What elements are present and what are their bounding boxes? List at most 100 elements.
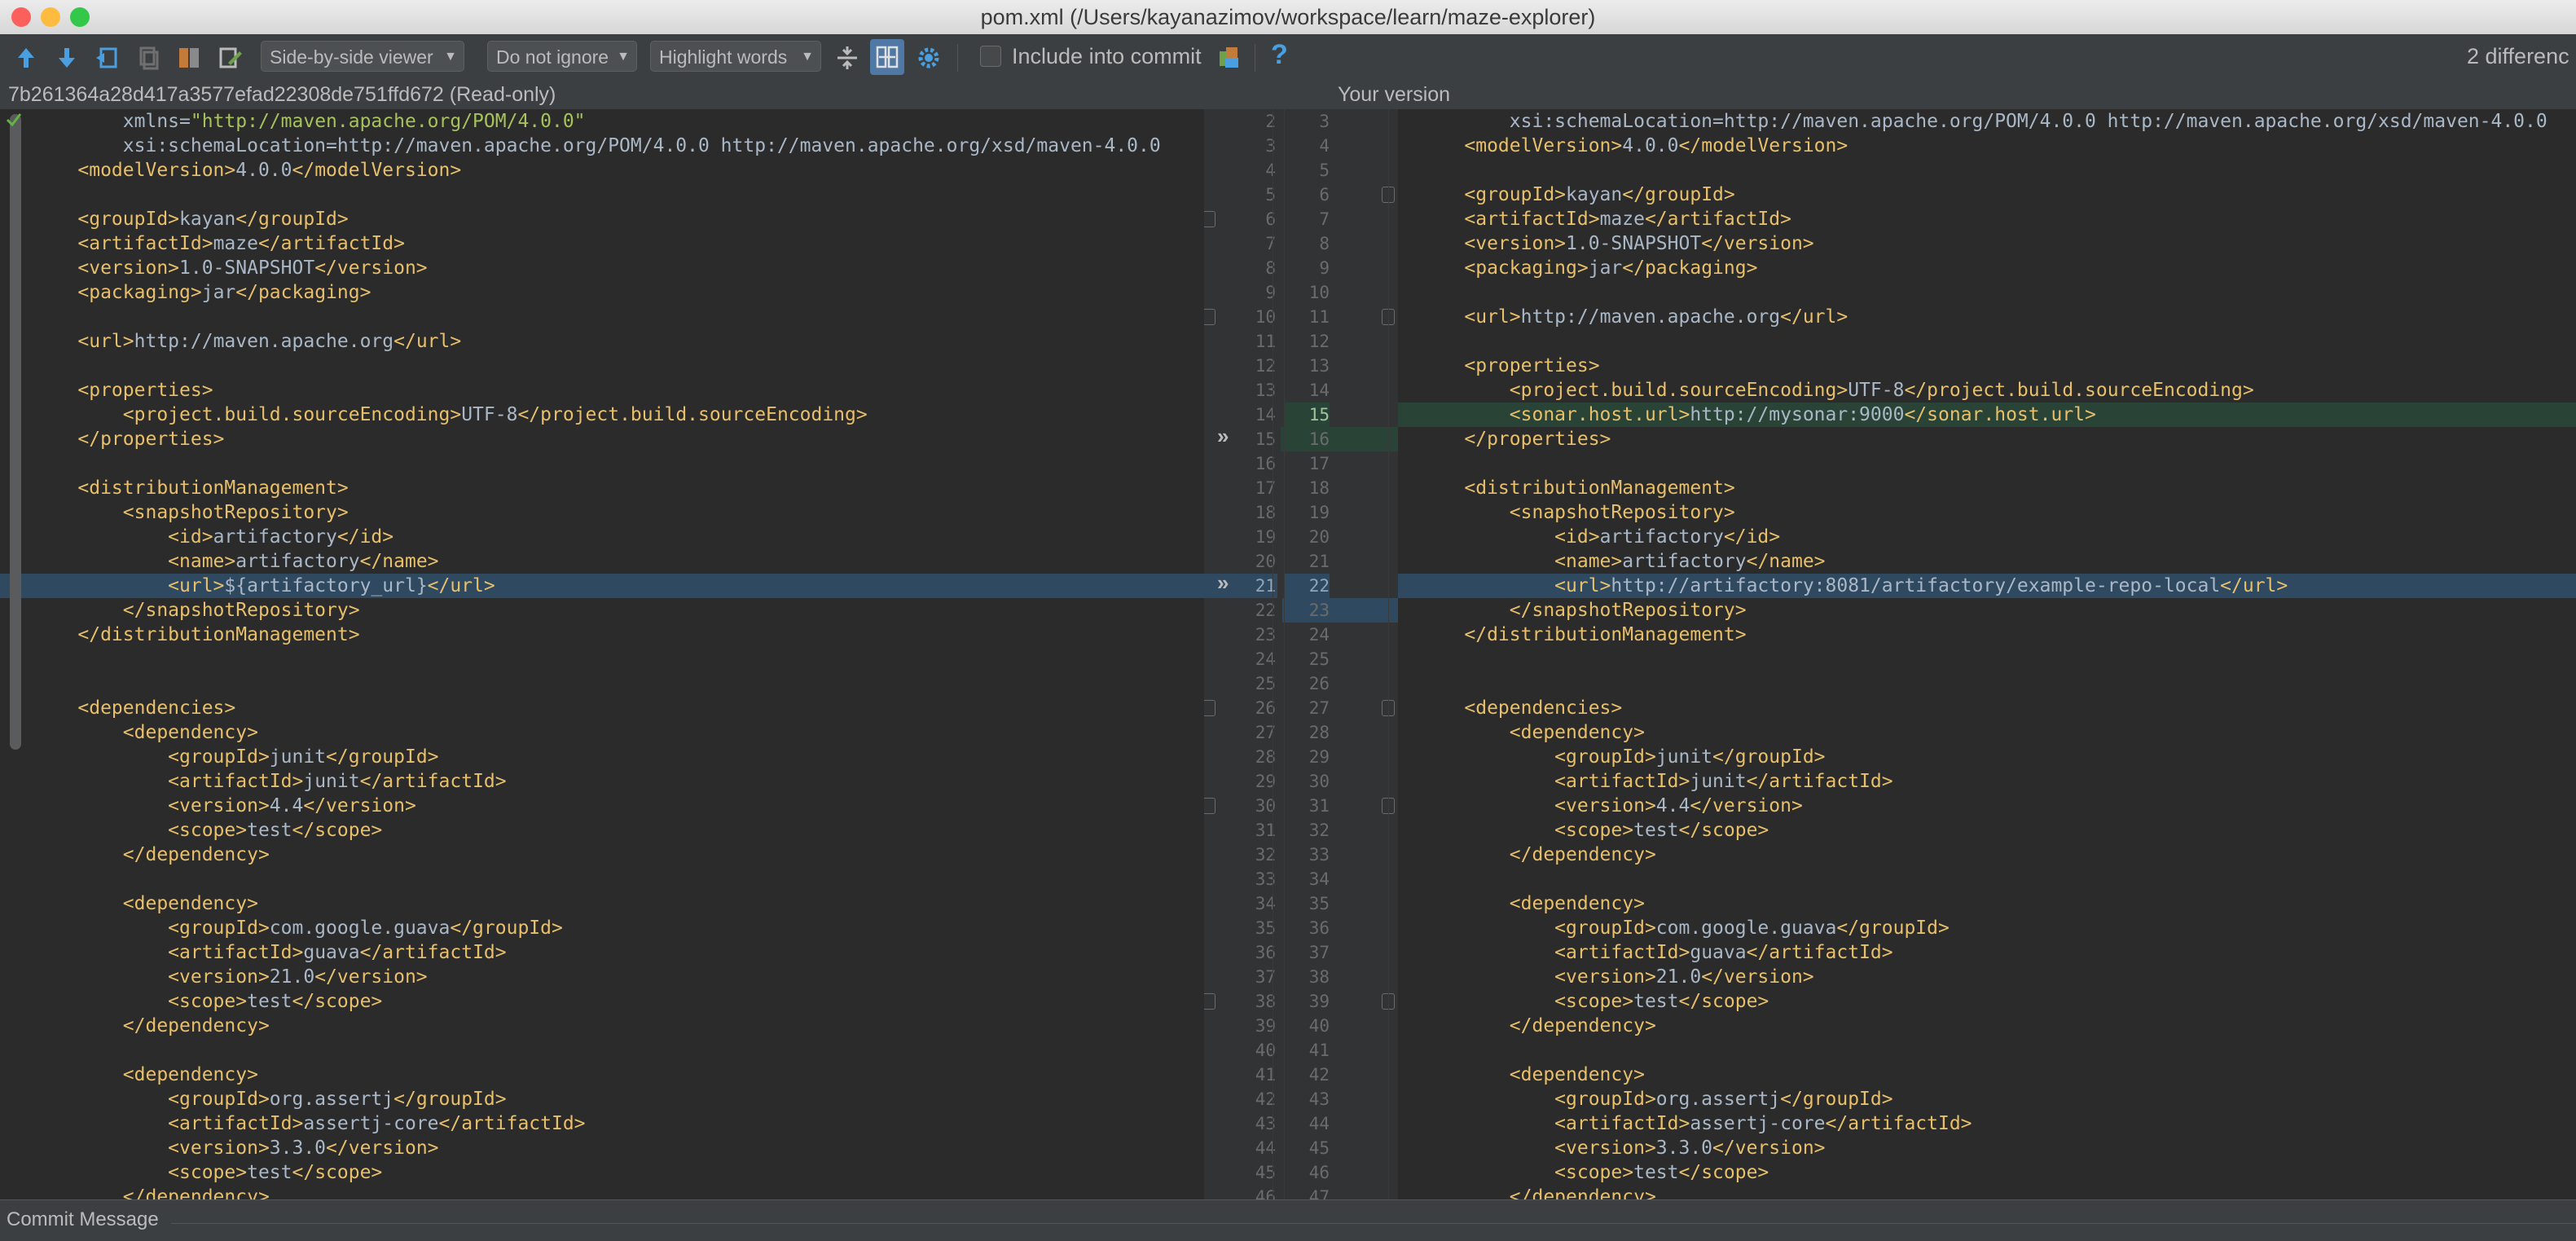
fold-marker-icon[interactable] bbox=[1204, 798, 1215, 814]
code-line[interactable] bbox=[0, 1038, 1204, 1063]
apply-change-icon[interactable]: » bbox=[1217, 570, 1229, 596]
code-line[interactable]: <distributionManagement> bbox=[0, 476, 1204, 500]
code-line[interactable]: <groupId>junit</groupId> bbox=[0, 745, 1204, 769]
code-line[interactable] bbox=[1398, 329, 2576, 354]
code-line[interactable]: <artifactId>assertj-core</artifactId> bbox=[0, 1111, 1204, 1136]
code-line[interactable] bbox=[1398, 671, 2576, 696]
code-line[interactable]: <sonar.host.url>http://mysonar:9000</son… bbox=[1398, 403, 2576, 427]
right-editor-pane[interactable]: xsi:schemaLocation=http://maven.apache.o… bbox=[1398, 109, 2576, 1199]
code-line[interactable]: </dependency> bbox=[0, 1014, 1204, 1038]
code-line[interactable] bbox=[1398, 867, 2576, 891]
code-line[interactable]: <project.build.sourceEncoding>UTF-8</pro… bbox=[1398, 378, 2576, 403]
code-line[interactable]: <url>http://maven.apache.org</url> bbox=[0, 329, 1204, 354]
code-line[interactable] bbox=[0, 183, 1204, 207]
previous-difference-icon[interactable] bbox=[11, 43, 41, 73]
code-line[interactable] bbox=[0, 671, 1204, 696]
code-line[interactable]: <artifactId>assertj-core</artifactId> bbox=[1398, 1111, 2576, 1136]
code-line[interactable]: <dependency> bbox=[1398, 891, 2576, 916]
code-line[interactable]: </properties> bbox=[0, 427, 1204, 451]
code-line[interactable]: <id>artifactory</id> bbox=[0, 525, 1204, 549]
vcs-changes-icon[interactable] bbox=[1214, 43, 1243, 73]
collapse-unchanged-icon[interactable] bbox=[833, 43, 862, 73]
code-line[interactable] bbox=[0, 305, 1204, 329]
code-line[interactable]: </properties> bbox=[1398, 427, 2576, 451]
code-line[interactable]: <artifactId>junit</artifactId> bbox=[1398, 769, 2576, 794]
code-line[interactable] bbox=[0, 867, 1204, 891]
code-line[interactable]: <name>artifactory</name> bbox=[1398, 549, 2576, 574]
viewer-dropdown[interactable]: Side-by-side viewer ▼ bbox=[261, 41, 464, 72]
edit-icon[interactable] bbox=[215, 43, 244, 73]
code-line[interactable] bbox=[1398, 280, 2576, 305]
code-line[interactable]: <dependencies> bbox=[0, 696, 1204, 720]
code-line[interactable]: <artifactId>guava</artifactId> bbox=[1398, 940, 2576, 965]
code-line[interactable]: <dependency> bbox=[0, 1063, 1204, 1087]
code-line[interactable]: <version>4.4</version> bbox=[1398, 794, 2576, 818]
code-line[interactable]: </dependency> bbox=[0, 843, 1204, 867]
code-line[interactable] bbox=[0, 451, 1204, 476]
code-line[interactable]: <id>artifactory</id> bbox=[1398, 525, 2576, 549]
jump-to-source-icon[interactable] bbox=[93, 43, 122, 73]
code-line[interactable]: <project.build.sourceEncoding>UTF-8</pro… bbox=[0, 403, 1204, 427]
code-line[interactable] bbox=[0, 354, 1204, 378]
code-line[interactable]: <version>1.0-SNAPSHOT</version> bbox=[1398, 231, 2576, 256]
code-line[interactable] bbox=[1398, 451, 2576, 476]
code-line[interactable]: <groupId>org.assertj</groupId> bbox=[1398, 1087, 2576, 1111]
code-line[interactable]: <groupId>org.assertj</groupId> bbox=[0, 1087, 1204, 1111]
fold-marker-icon[interactable] bbox=[1204, 211, 1215, 227]
code-line[interactable]: <scope>test</scope> bbox=[1398, 1160, 2576, 1185]
code-line[interactable]: <version>3.3.0</version> bbox=[0, 1136, 1204, 1160]
code-line[interactable]: xsi:schemaLocation=http://maven.apache.o… bbox=[1398, 109, 2576, 134]
fold-marker-icon[interactable] bbox=[1204, 700, 1215, 716]
code-line[interactable] bbox=[0, 647, 1204, 671]
include-commit-checkbox[interactable] bbox=[980, 46, 1001, 67]
code-line[interactable]: <url>http://artifactory:8081/artifactory… bbox=[1398, 574, 2576, 598]
sync-scroll-toggle[interactable] bbox=[870, 39, 904, 75]
code-line[interactable]: xmlns="http://maven.apache.org/POM/4.0.0… bbox=[0, 109, 1204, 134]
ignore-whitespace-dropdown[interactable]: Do not ignore ▼ bbox=[487, 41, 637, 72]
left-editor-pane[interactable]: xmlns="http://maven.apache.org/POM/4.0.0… bbox=[0, 109, 1204, 1199]
code-line[interactable]: <name>artifactory</name> bbox=[0, 549, 1204, 574]
code-line[interactable]: </snapshotRepository> bbox=[1398, 598, 2576, 623]
code-line[interactable]: <packaging>jar</packaging> bbox=[0, 280, 1204, 305]
code-line[interactable]: <version>3.3.0</version> bbox=[1398, 1136, 2576, 1160]
code-line[interactable]: <dependency> bbox=[1398, 720, 2576, 745]
next-difference-icon[interactable] bbox=[52, 43, 81, 73]
code-line[interactable]: </dependency> bbox=[1398, 843, 2576, 867]
code-line[interactable]: <snapshotRepository> bbox=[0, 500, 1204, 525]
code-line[interactable]: <packaging>jar</packaging> bbox=[1398, 256, 2576, 280]
code-line[interactable]: <scope>test</scope> bbox=[1398, 818, 2576, 843]
code-line[interactable]: </distributionManagement> bbox=[1398, 623, 2576, 647]
code-line[interactable]: </dependency> bbox=[1398, 1185, 2576, 1199]
code-line[interactable]: <artifactId>junit</artifactId> bbox=[0, 769, 1204, 794]
code-line[interactable]: <groupId>kayan</groupId> bbox=[1398, 183, 2576, 207]
code-line[interactable] bbox=[1398, 1038, 2576, 1063]
code-line[interactable]: <version>21.0</version> bbox=[0, 965, 1204, 989]
code-line[interactable]: <dependency> bbox=[0, 891, 1204, 916]
code-line[interactable]: <url>${artifactory_url}</url> bbox=[0, 574, 1204, 598]
fold-marker-icon[interactable] bbox=[1204, 309, 1215, 325]
code-line[interactable]: <scope>test</scope> bbox=[1398, 989, 2576, 1014]
code-line[interactable]: <scope>test</scope> bbox=[0, 818, 1204, 843]
left-scrollbar[interactable] bbox=[10, 114, 21, 750]
code-line[interactable]: <dependencies> bbox=[1398, 696, 2576, 720]
code-line[interactable]: <version>1.0-SNAPSHOT</version> bbox=[0, 256, 1204, 280]
code-line[interactable]: <groupId>com.google.guava</groupId> bbox=[1398, 916, 2576, 940]
code-line[interactable]: <artifactId>maze</artifactId> bbox=[0, 231, 1204, 256]
code-line[interactable]: <version>21.0</version> bbox=[1398, 965, 2576, 989]
code-line[interactable]: <modelVersion>4.0.0</modelVersion> bbox=[0, 158, 1204, 183]
help-icon[interactable]: ? bbox=[1271, 39, 1288, 71]
code-line[interactable]: <scope>test</scope> bbox=[0, 989, 1204, 1014]
code-line[interactable]: <url>http://maven.apache.org</url> bbox=[1398, 305, 2576, 329]
code-line[interactable]: <properties> bbox=[0, 378, 1204, 403]
code-line[interactable]: <artifactId>maze</artifactId> bbox=[1398, 207, 2576, 231]
code-line[interactable]: xsi:schemaLocation=http://maven.apache.o… bbox=[0, 134, 1204, 158]
code-line[interactable]: <distributionManagement> bbox=[1398, 476, 2576, 500]
code-line[interactable]: <dependency> bbox=[1398, 1063, 2576, 1087]
code-line[interactable] bbox=[1398, 647, 2576, 671]
code-line[interactable]: </dependency> bbox=[1398, 1014, 2576, 1038]
gear-icon[interactable] bbox=[914, 43, 943, 73]
code-line[interactable]: <groupId>com.google.guava</groupId> bbox=[0, 916, 1204, 940]
apply-change-icon[interactable]: » bbox=[1217, 424, 1229, 449]
code-line[interactable] bbox=[1398, 158, 2576, 183]
include-commit-label[interactable]: Include into commit bbox=[1012, 44, 1202, 69]
